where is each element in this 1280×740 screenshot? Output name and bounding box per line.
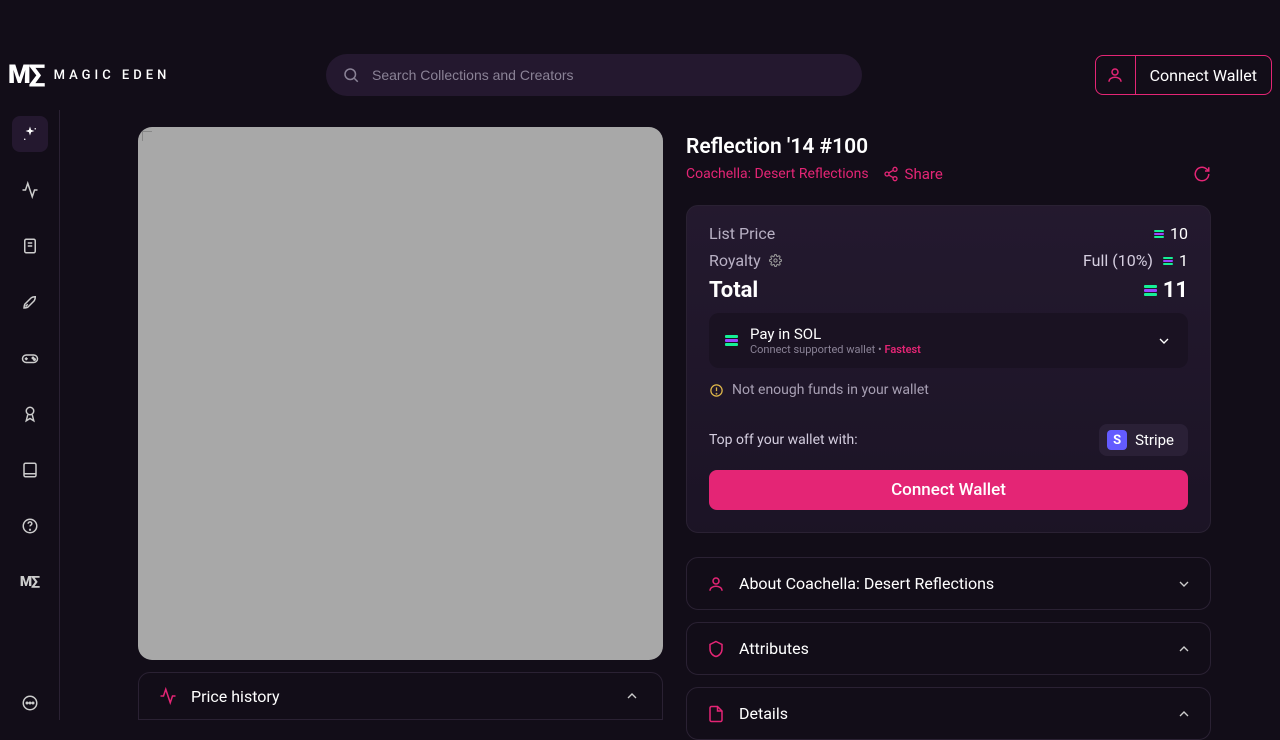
sol-icon	[725, 335, 738, 346]
about-accordion[interactable]: About Coachella: Desert Reflections	[686, 557, 1211, 610]
attributes-title: Attributes	[739, 639, 809, 658]
topoff-label: Top off your wallet with:	[709, 432, 858, 448]
price-card: List Price 10 Royalty Full (10%) 1 Total	[686, 205, 1211, 533]
help-icon	[21, 517, 39, 535]
more-icon	[21, 694, 39, 712]
connect-wallet-header[interactable]: Connect Wallet	[1095, 55, 1272, 95]
sidebar-item-games[interactable]	[12, 340, 48, 376]
insufficient-funds-warning: Not enough funds in your wallet	[709, 382, 1188, 398]
chevron-up-icon	[1176, 706, 1192, 722]
sol-icon	[1163, 257, 1173, 265]
connect-wallet-button[interactable]: Connect Wallet	[709, 470, 1188, 510]
activity-icon	[21, 181, 39, 199]
refresh-icon	[1193, 165, 1211, 183]
stripe-label: Stripe	[1135, 431, 1174, 449]
logo-text: MAGIC EDEN	[54, 68, 171, 83]
stripe-icon: S	[1107, 430, 1127, 450]
award-icon	[21, 405, 39, 423]
list-price-value: 10	[1154, 224, 1188, 243]
search-icon	[342, 66, 360, 84]
gear-icon[interactable]	[769, 251, 782, 270]
sidebar-item-launchpad[interactable]	[12, 284, 48, 320]
rocket-icon	[21, 293, 39, 311]
nft-title: Reflection '14 #100	[686, 135, 1211, 159]
connect-wallet-label: Connect Wallet	[1136, 66, 1271, 85]
collection-link[interactable]: Coachella: Desert Reflections	[686, 166, 869, 182]
user-icon	[707, 575, 725, 593]
sidebar-item-help[interactable]	[12, 508, 48, 544]
warning-icon	[709, 383, 724, 398]
search-bar[interactable]	[326, 54, 862, 96]
shield-icon	[707, 640, 725, 658]
pay-method-title: Pay in SOL	[750, 325, 921, 343]
me-icon: M∑	[20, 574, 39, 590]
sidebar-item-insights[interactable]	[12, 452, 48, 488]
stripe-button[interactable]: S Stripe	[1099, 424, 1188, 456]
chevron-down-icon	[1176, 576, 1192, 592]
book-icon	[21, 461, 39, 479]
attributes-accordion[interactable]: Attributes	[686, 622, 1211, 675]
sidebar-item-rewards[interactable]	[12, 396, 48, 432]
payment-method-select[interactable]: Pay in SOL Connect supported wallet • Fa…	[709, 313, 1188, 368]
total-value: 11	[1144, 278, 1188, 303]
sparkle-icon	[21, 125, 39, 143]
search-input[interactable]	[372, 67, 846, 83]
price-history-card[interactable]: Price history	[138, 672, 663, 720]
sidebar-item-sparkle[interactable]	[12, 116, 48, 152]
total-label: Total	[709, 278, 758, 303]
chevron-up-icon	[1176, 641, 1192, 657]
list-price-label: List Price	[709, 224, 775, 243]
price-history-label: Price history	[191, 687, 280, 706]
header: M∑ MAGIC EDEN Connect Wallet	[0, 55, 1280, 95]
sidebar-bottom	[0, 694, 60, 712]
about-title: About Coachella: Desert Reflections	[739, 574, 994, 593]
share-icon	[883, 166, 899, 182]
gamepad-icon	[21, 349, 39, 367]
sidebar-item-me[interactable]: M∑	[12, 564, 48, 600]
expand-icon[interactable]	[142, 131, 152, 141]
sol-icon	[1154, 230, 1164, 238]
logo[interactable]: M∑ MAGIC EDEN	[8, 60, 170, 90]
details-title: Details	[739, 704, 788, 723]
royalty-label: Royalty	[709, 251, 782, 270]
details-panel: Reflection '14 #100 Coachella: Desert Re…	[686, 135, 1211, 740]
sol-icon	[1144, 285, 1157, 296]
nft-image	[138, 127, 663, 660]
activity-icon	[159, 687, 177, 705]
sidebar-item-activity[interactable]	[12, 172, 48, 208]
sidebar-item-more[interactable]	[21, 694, 39, 712]
royalty-value: Full (10%) 1	[1083, 251, 1188, 270]
logo-mark: M∑	[8, 60, 44, 90]
user-icon	[1096, 56, 1136, 94]
pay-method-subtitle: Connect supported wallet • Fastest	[750, 343, 921, 356]
share-label: Share	[905, 165, 943, 183]
sidebar-item-auctions[interactable]	[12, 228, 48, 264]
sidebar: M∑	[0, 110, 60, 720]
share-button[interactable]: Share	[883, 165, 943, 183]
chevron-up-icon	[624, 688, 640, 704]
details-accordion[interactable]: Details	[686, 687, 1211, 740]
refresh-button[interactable]	[1193, 165, 1211, 183]
scroll-icon	[21, 237, 39, 255]
chevron-down-icon	[1156, 333, 1172, 349]
